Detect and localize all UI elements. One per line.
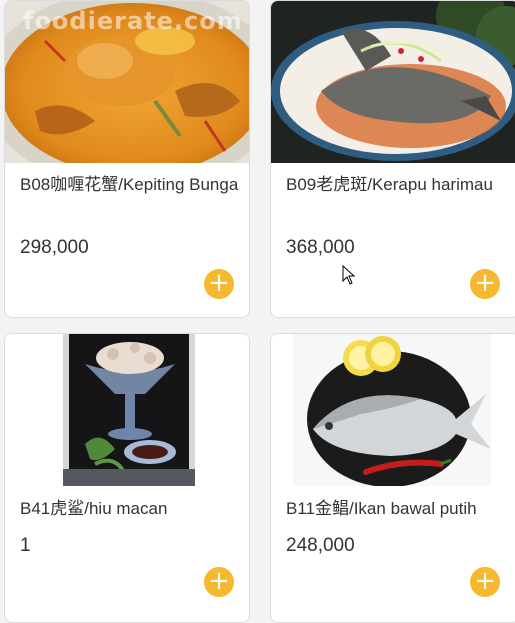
item-price: 368,000 — [286, 237, 355, 258]
add-to-cart-button[interactable]: + — [470, 269, 500, 299]
item-price: 298,000 — [20, 237, 89, 258]
menu-item-card[interactable]: B09老虎斑/Kerapu harimau 368,000 + — [270, 0, 515, 318]
add-to-cart-button[interactable]: + — [204, 269, 234, 299]
menu-item-card[interactable]: foodierate.com B08咖喱花蟹/Kepiting Bunga 29… — [4, 0, 250, 318]
item-price: 248,000 — [286, 535, 355, 556]
item-name: B08咖喱花蟹/Kepiting Bunga — [20, 175, 239, 194]
item-price: 1 — [20, 535, 31, 556]
mouse-cursor-icon — [342, 265, 356, 285]
menu-item-card[interactable]: B11金鲳/Ikan bawal putih 248,000 + — [270, 333, 515, 623]
item-name: B41虎鲨/hiu macan — [20, 499, 168, 518]
add-to-cart-button[interactable]: + — [470, 567, 500, 597]
white-pomfret-image — [271, 334, 515, 486]
add-to-cart-button[interactable]: + — [204, 567, 234, 597]
item-name: B09老虎斑/Kerapu harimau — [286, 175, 493, 194]
item-name: B11金鲳/Ikan bawal putih — [286, 499, 477, 518]
watermark-text: foodierate.com — [23, 7, 243, 35]
steamed-grouper-image — [271, 1, 515, 163]
curry-crab-image: foodierate.com — [5, 1, 249, 163]
menu-item-card[interactable]: B41虎鲨/hiu macan 1 + — [4, 333, 250, 623]
tiger-shark-image — [5, 334, 249, 486]
